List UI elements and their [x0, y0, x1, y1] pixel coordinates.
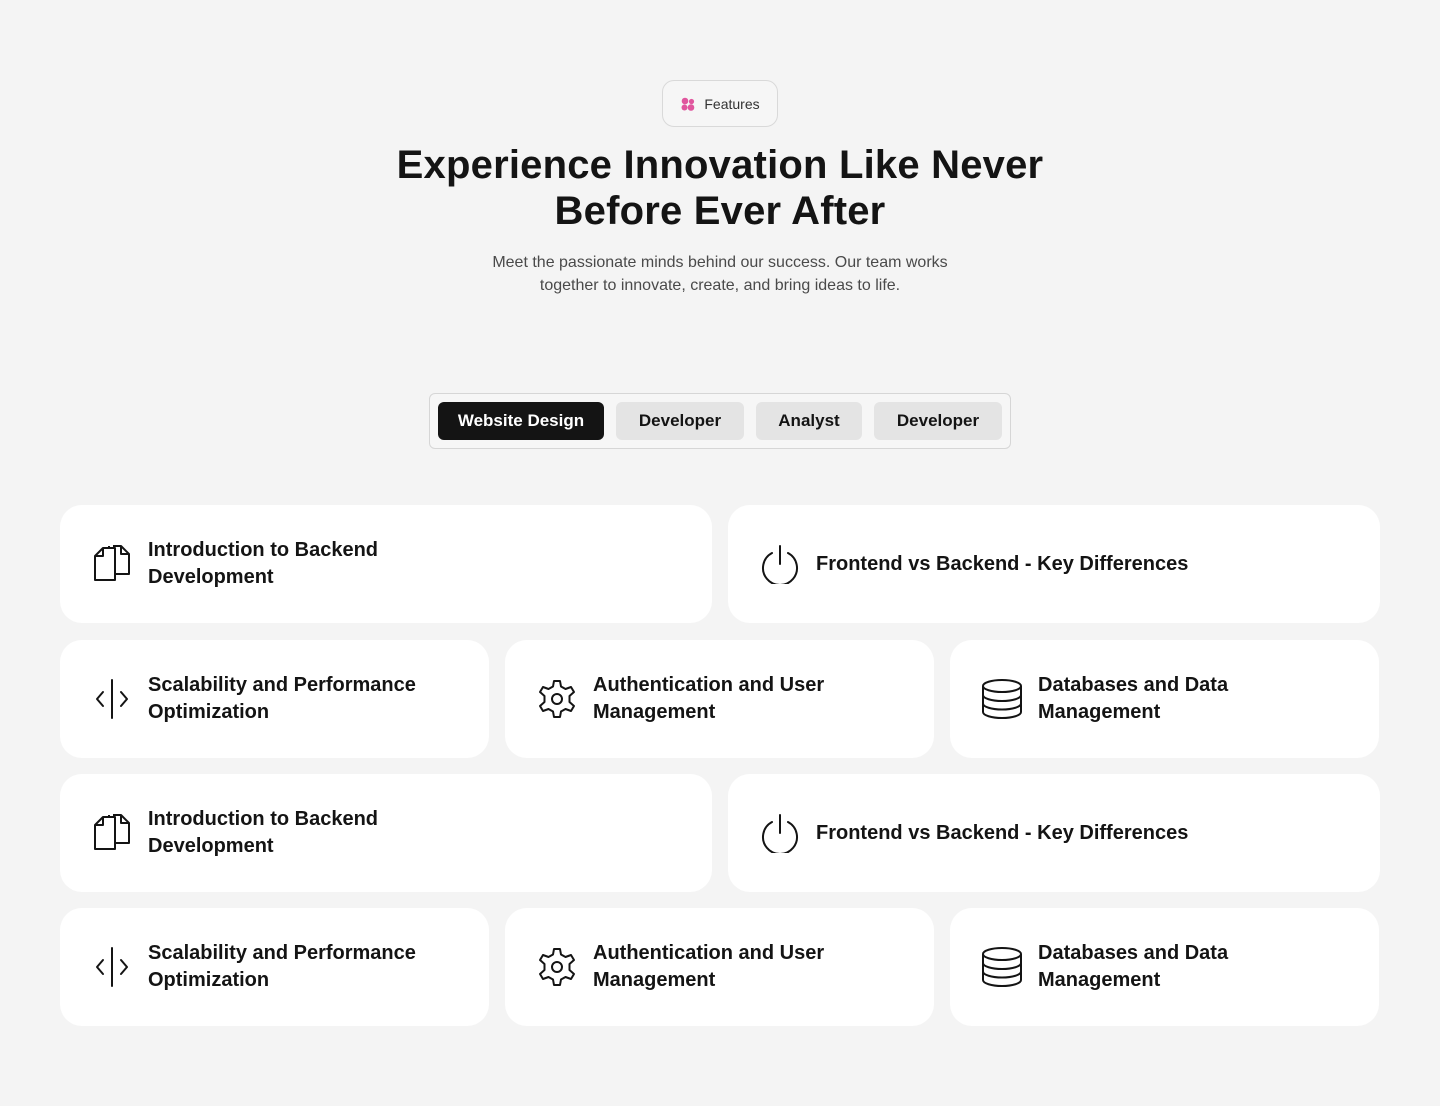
subtitle-line-2: together to innovate, create, and bring … [539, 277, 901, 294]
gear-icon [537, 947, 577, 987]
badge-label: Features [704, 95, 760, 112]
card-title: Introduction to Backend Development [148, 808, 378, 857]
page-subtitle: Meet the passionate minds behind our suc… [470, 251, 970, 297]
card-title: Frontend vs Backend - Key Differences [816, 552, 1189, 575]
tab-developer-2[interactable]: Developer [874, 402, 1002, 440]
card-title: Authentication and User Management [593, 942, 825, 991]
card-title: Frontend vs Backend - Key Differences [816, 821, 1189, 844]
subtitle-line-1: Meet the passionate minds behind our suc… [492, 254, 948, 271]
page-title: Experience Innovation Like Never Before … [320, 142, 1120, 234]
topic-card[interactable]: Introduction to Backend Development [60, 505, 712, 623]
title-line-1: Experience Innovation Like Never [396, 143, 1044, 187]
card-title: Scalability and Performance Optimization [148, 942, 416, 991]
title-line-2: Before Ever After [554, 189, 886, 233]
topic-card[interactable]: Databases and Data Management [950, 640, 1379, 758]
topic-card[interactable]: Authentication and User Management [505, 640, 934, 758]
card-title: Databases and Data Management [1038, 674, 1229, 723]
document-icon [92, 544, 132, 584]
database-icon [982, 679, 1022, 719]
card-title: Authentication and User Management [593, 674, 825, 723]
card-title: Introduction to Backend Development [148, 539, 378, 588]
power-icon [760, 544, 800, 584]
features-badge: Features [662, 80, 778, 127]
topic-card[interactable]: Scalability and Performance Optimization [60, 908, 489, 1026]
category-tabs: Website Design Developer Analyst Develop… [429, 393, 1011, 449]
topic-card[interactable]: Scalability and Performance Optimization [60, 640, 489, 758]
gear-icon [537, 679, 577, 719]
code-split-icon [92, 679, 132, 719]
power-icon [760, 813, 800, 853]
tab-analyst[interactable]: Analyst [756, 402, 862, 440]
dots-icon [680, 96, 696, 112]
card-title: Databases and Data Management [1038, 942, 1229, 991]
tab-website-design[interactable]: Website Design [438, 402, 604, 440]
card-title: Scalability and Performance Optimization [148, 674, 416, 723]
topic-card[interactable]: Introduction to Backend Development [60, 774, 712, 892]
tab-developer[interactable]: Developer [616, 402, 744, 440]
document-icon [92, 813, 132, 853]
topic-card[interactable]: Databases and Data Management [950, 908, 1379, 1026]
database-icon [982, 947, 1022, 987]
topic-card[interactable]: Frontend vs Backend - Key Differences [728, 505, 1380, 623]
code-split-icon [92, 947, 132, 987]
topic-card[interactable]: Frontend vs Backend - Key Differences [728, 774, 1380, 892]
topic-card[interactable]: Authentication and User Management [505, 908, 934, 1026]
